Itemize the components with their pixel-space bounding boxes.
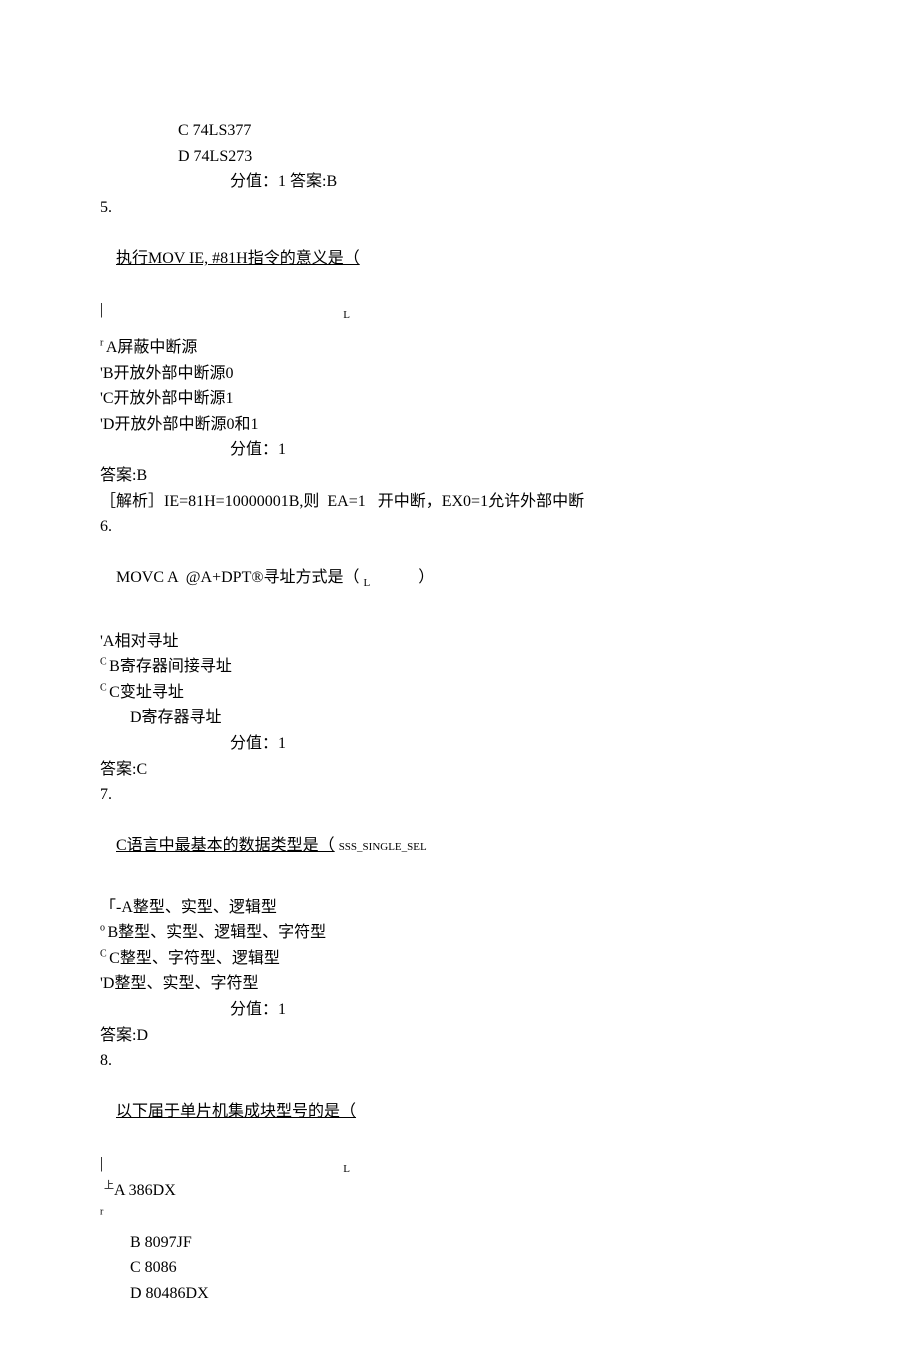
- q7-score: 分值：1: [230, 997, 870, 1023]
- q4-option-d: D 74LS273: [178, 144, 870, 170]
- q8-option-a-text: A 386DX: [114, 1182, 176, 1199]
- q6-score: 分值：1: [230, 731, 870, 757]
- q7-stem-tag: SSS_SINGLE_SEL: [339, 841, 427, 853]
- q4-score-answer: 分值：1 答案:B: [230, 169, 870, 195]
- q7-circ-o: o: [100, 923, 108, 934]
- q6-option-b: C B寄存器间接寻址: [100, 654, 870, 680]
- q7-option-a: 「-A整型、实型、逻辑型: [100, 895, 870, 921]
- q5-option-c: 'C开放外部中断源1: [100, 386, 870, 412]
- spacer: [100, 885, 870, 895]
- spacer: [100, 619, 870, 629]
- q6-stem-b: L: [364, 577, 371, 589]
- q5-stem-text: 执行MOV IE, #81H指令的意义是（: [116, 250, 360, 267]
- q8-option-a: 上A 386DX: [100, 1178, 870, 1204]
- q6-number: 6.: [100, 514, 870, 540]
- q8-option-d: D 80486DX: [130, 1281, 870, 1307]
- q8-option-b: B 8097JF: [130, 1230, 870, 1256]
- q7-circ-c: C: [100, 948, 109, 959]
- q8-number: 8.: [100, 1048, 870, 1074]
- q5-number: 5.: [100, 195, 870, 221]
- q7-option-c-text: C整型、字符型、逻辑型: [109, 950, 280, 967]
- q5-option-a: r A屏蔽中断源: [100, 335, 870, 361]
- q5-answer: 答案:B: [100, 463, 870, 489]
- q6-stem: MOVC A @A+DPT®寻址方式是（ L ）: [100, 540, 870, 619]
- q6-circ-c: C: [100, 683, 109, 694]
- q5-sub-row: |L: [100, 297, 870, 325]
- q5-sub-marker: L: [343, 309, 350, 321]
- q6-answer: 答案:C: [100, 757, 870, 783]
- q8-pre-b-text: r: [100, 1207, 103, 1218]
- q5-option-a-text: A屏蔽中断源: [106, 339, 198, 356]
- q6-option-a: 'A相对寻址: [100, 629, 870, 655]
- q7-option-c: C C整型、字符型、逻辑型: [100, 946, 870, 972]
- q8-sub-marker: L: [343, 1163, 350, 1175]
- q6-option-c: C C变址寻址: [100, 680, 870, 706]
- q6-stem-c: ）: [418, 569, 434, 586]
- document-page: C 74LS377 D 74LS273 分值：1 答案:B 5. 执行MOV I…: [0, 0, 920, 1356]
- q6-stem-a: MOVC A @A+DPT®寻址方式是（: [116, 569, 360, 586]
- q7-answer: 答案:D: [100, 1023, 870, 1049]
- q5-option-b: 'B开放外部中断源0: [100, 361, 870, 387]
- q8-sub-row: |L: [100, 1151, 870, 1179]
- q7-number: 7.: [100, 782, 870, 808]
- q8-pre-a: 上: [104, 1181, 114, 1192]
- q5-stem: 执行MOV IE, #81H指令的意义是（: [100, 220, 870, 297]
- q7-option-d: 'D整型、实型、字符型: [100, 971, 870, 997]
- q7-stem: C语言中最基本的数据类型是（ SSS_SINGLE_SEL: [100, 808, 870, 885]
- q8-option-c: C 8086: [130, 1255, 870, 1281]
- q8-pre-b: r: [100, 1204, 870, 1230]
- q5-analysis: ［解析］IE=81H=10000001B,则 EA=1 开中断，EX0=1允许外…: [100, 489, 870, 515]
- q6-option-d: D寄存器寻址: [130, 705, 870, 731]
- q6-option-c-text: C变址寻址: [109, 684, 184, 701]
- q6-circ-b: C: [100, 657, 109, 668]
- q7-option-b-text: B整型、实型、逻辑型、字符型: [108, 924, 327, 941]
- spacer: [100, 325, 870, 335]
- q5-score: 分值：1: [230, 437, 870, 463]
- q5-option-d: 'D开放外部中断源0和1: [100, 412, 870, 438]
- q8-stem-text: 以下届于单片机集成块型号的是（: [116, 1103, 356, 1120]
- q6-option-b-text: B寄存器间接寻址: [109, 658, 232, 675]
- q4-option-c: C 74LS377: [178, 118, 870, 144]
- q7-stem-text: C语言中最基本的数据类型是（: [116, 837, 335, 854]
- q7-option-b: o B整型、实型、逻辑型、字符型: [100, 920, 870, 946]
- q8-stem: 以下届于单片机集成块型号的是（: [100, 1074, 870, 1151]
